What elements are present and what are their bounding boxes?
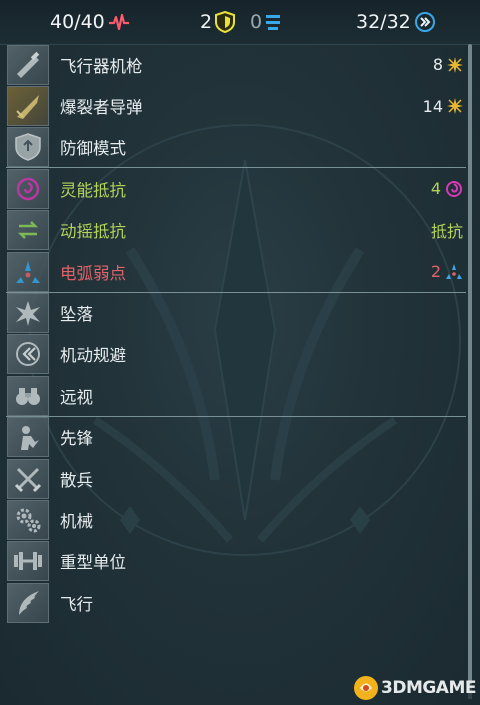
ability-name: 机动规避	[60, 346, 126, 366]
ability-name: 电弧弱点	[60, 263, 126, 283]
health-stat: 40/40	[50, 9, 130, 35]
ability-name: 远视	[60, 387, 93, 407]
list-item[interactable]: 爆裂者导弹 14	[4, 85, 466, 127]
armor-shield-icon	[215, 11, 236, 33]
shield-icon	[7, 127, 49, 168]
spiral-icon	[446, 180, 462, 197]
moves-value: 32/32	[356, 11, 411, 33]
watermark-logo-icon	[354, 676, 378, 700]
list-item[interactable]: 飞行器机枪 8	[4, 44, 466, 85]
ability-value: 抵抗	[430, 222, 463, 242]
unit-stats-bar: 40/40 2 0 32/32	[0, 0, 480, 45]
list-item[interactable]: 防御模式	[4, 127, 466, 168]
ability-list: 飞行器机枪 8 爆裂者导弹 14 防御模式 灵能抵抗 4 动摇抵抗 抵抗 电弧弱…	[4, 44, 466, 623]
section-divider	[6, 416, 466, 417]
vanguard-icon	[7, 417, 49, 458]
missile-icon	[7, 86, 49, 127]
list-item[interactable]: 机械	[4, 499, 466, 540]
list-item[interactable]: 飞行	[4, 582, 466, 623]
ability-value: 14	[423, 97, 463, 116]
moves-stat: 32/32	[356, 9, 436, 35]
move-arrow-icon	[414, 12, 435, 32]
shield-value: 0	[250, 11, 263, 33]
ability-name: 爆裂者导弹	[60, 98, 143, 118]
section-divider	[6, 167, 466, 168]
ability-value: 4	[431, 179, 463, 198]
ability-value: 8	[433, 55, 463, 74]
star-burst-icon	[447, 56, 463, 73]
star-burst-icon	[447, 98, 463, 115]
evade-icon	[7, 334, 49, 375]
fall-icon	[7, 293, 49, 334]
binoculars-icon	[7, 375, 49, 416]
ability-value: 2	[431, 262, 463, 281]
list-item[interactable]: 机动规避	[4, 334, 466, 375]
psionic-icon	[7, 168, 49, 209]
ability-name: 动摇抵抗	[60, 222, 126, 242]
dumbbell-icon	[7, 541, 49, 582]
list-item[interactable]: 灵能抵抗 4	[4, 168, 466, 209]
health-value: 40/40	[50, 11, 105, 33]
gun-icon	[7, 44, 49, 85]
watermark: 3DMGAME	[351, 673, 477, 703]
shake-icon	[7, 210, 49, 251]
watermark-text: 3DMGAME	[381, 678, 477, 698]
heartbeat-icon	[108, 13, 129, 31]
arc-icon	[446, 263, 462, 279]
list-item[interactable]: 电弧弱点 2	[4, 251, 466, 292]
wing-icon	[7, 582, 49, 623]
armor-stat: 2	[200, 9, 236, 35]
shield-stat: 0	[250, 9, 281, 35]
list-item[interactable]: 先锋	[4, 417, 466, 458]
ability-name: 灵能抵抗	[60, 180, 126, 200]
gears-icon	[7, 499, 49, 540]
ability-name: 飞行	[60, 594, 93, 614]
ability-name: 飞行器机枪	[60, 56, 143, 76]
list-item[interactable]: 坠落	[4, 292, 466, 334]
crossed-swords-icon	[7, 458, 49, 499]
ability-name: 防御模式	[60, 139, 126, 159]
list-item[interactable]: 远视	[4, 375, 466, 416]
shield-bars-icon	[266, 15, 281, 30]
ability-name: 机械	[60, 511, 93, 531]
ability-name: 坠落	[60, 305, 93, 325]
ability-name: 先锋	[60, 429, 93, 449]
section-divider	[6, 292, 466, 293]
armor-value: 2	[200, 11, 213, 33]
list-item[interactable]: 重型单位	[4, 541, 466, 582]
list-item[interactable]: 散兵	[4, 458, 466, 499]
arc-icon	[7, 251, 49, 292]
ability-name: 散兵	[60, 470, 93, 490]
list-item[interactable]: 动摇抵抗 抵抗	[4, 210, 466, 251]
ability-name: 重型单位	[60, 553, 126, 573]
scrollbar-thumb[interactable]	[468, 44, 472, 684]
